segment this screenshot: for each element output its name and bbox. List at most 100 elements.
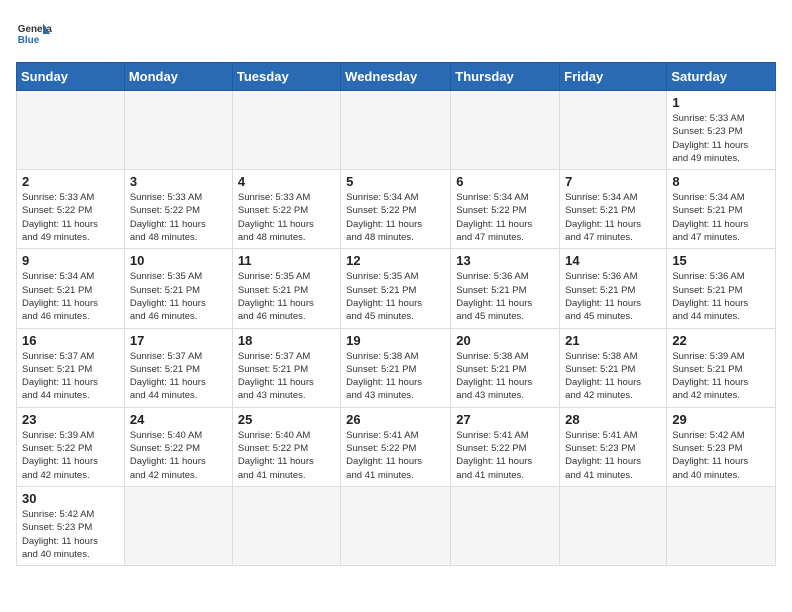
calendar-day-cell: 18 Sunrise: 5:37 AM Sunset: 5:21 PM Dayli… xyxy=(232,328,340,407)
calendar-header-row: SundayMondayTuesdayWednesdayThursdayFrid… xyxy=(17,63,776,91)
day-info: Sunrise: 5:40 AM Sunset: 5:22 PM Dayligh… xyxy=(130,429,227,482)
generalblue-logo-icon: General Blue xyxy=(16,16,52,52)
calendar-day-cell: 14 Sunrise: 5:36 AM Sunset: 5:21 PM Dayli… xyxy=(560,249,667,328)
calendar-day-cell xyxy=(341,486,451,565)
header: General Blue xyxy=(16,16,776,52)
day-info: Sunrise: 5:39 AM Sunset: 5:22 PM Dayligh… xyxy=(22,429,119,482)
day-info: Sunrise: 5:35 AM Sunset: 5:21 PM Dayligh… xyxy=(238,270,335,323)
day-info: Sunrise: 5:41 AM Sunset: 5:23 PM Dayligh… xyxy=(565,429,661,482)
day-number: 10 xyxy=(130,253,227,268)
column-header-monday: Monday xyxy=(124,63,232,91)
day-info: Sunrise: 5:39 AM Sunset: 5:21 PM Dayligh… xyxy=(672,350,770,403)
day-info: Sunrise: 5:37 AM Sunset: 5:21 PM Dayligh… xyxy=(238,350,335,403)
day-number: 6 xyxy=(456,174,554,189)
day-number: 3 xyxy=(130,174,227,189)
day-number: 22 xyxy=(672,333,770,348)
calendar-week-row: 23 Sunrise: 5:39 AM Sunset: 5:22 PM Dayli… xyxy=(17,407,776,486)
day-info: Sunrise: 5:42 AM Sunset: 5:23 PM Dayligh… xyxy=(672,429,770,482)
day-info: Sunrise: 5:41 AM Sunset: 5:22 PM Dayligh… xyxy=(456,429,554,482)
day-number: 11 xyxy=(238,253,335,268)
day-number: 9 xyxy=(22,253,119,268)
calendar-day-cell: 1 Sunrise: 5:33 AM Sunset: 5:23 PM Daylig… xyxy=(667,91,776,170)
calendar-week-row: 2 Sunrise: 5:33 AM Sunset: 5:22 PM Daylig… xyxy=(17,170,776,249)
calendar-day-cell: 17 Sunrise: 5:37 AM Sunset: 5:21 PM Dayli… xyxy=(124,328,232,407)
day-number: 23 xyxy=(22,412,119,427)
logo: General Blue xyxy=(16,16,52,52)
calendar-day-cell: 2 Sunrise: 5:33 AM Sunset: 5:22 PM Daylig… xyxy=(17,170,125,249)
svg-text:Blue: Blue xyxy=(18,35,40,46)
calendar-day-cell: 26Sunrise: 5:41 AM Sunset: 5:22 PM Dayli… xyxy=(341,407,451,486)
day-number: 2 xyxy=(22,174,119,189)
day-number: 16 xyxy=(22,333,119,348)
calendar-day-cell: 15Sunrise: 5:36 AM Sunset: 5:21 PM Dayli… xyxy=(667,249,776,328)
calendar-day-cell: 28 Sunrise: 5:41 AM Sunset: 5:23 PM Dayli… xyxy=(560,407,667,486)
day-number: 15 xyxy=(672,253,770,268)
calendar-day-cell: 12Sunrise: 5:35 AM Sunset: 5:21 PM Dayli… xyxy=(341,249,451,328)
day-info: Sunrise: 5:37 AM Sunset: 5:21 PM Dayligh… xyxy=(22,350,119,403)
day-info: Sunrise: 5:40 AM Sunset: 5:22 PM Dayligh… xyxy=(238,429,335,482)
day-info: Sunrise: 5:33 AM Sunset: 5:23 PM Dayligh… xyxy=(672,112,770,165)
day-info: Sunrise: 5:36 AM Sunset: 5:21 PM Dayligh… xyxy=(565,270,661,323)
calendar-day-cell: 10 Sunrise: 5:35 AM Sunset: 5:21 PM Dayli… xyxy=(124,249,232,328)
day-number: 18 xyxy=(238,333,335,348)
calendar-day-cell: 24Sunrise: 5:40 AM Sunset: 5:22 PM Dayli… xyxy=(124,407,232,486)
calendar-day-cell xyxy=(451,486,560,565)
day-info: Sunrise: 5:33 AM Sunset: 5:22 PM Dayligh… xyxy=(22,191,119,244)
calendar-day-cell xyxy=(17,91,125,170)
calendar-day-cell: 11 Sunrise: 5:35 AM Sunset: 5:21 PM Dayli… xyxy=(232,249,340,328)
day-number: 14 xyxy=(565,253,661,268)
day-number: 29 xyxy=(672,412,770,427)
calendar-day-cell xyxy=(667,486,776,565)
day-number: 28 xyxy=(565,412,661,427)
day-info: Sunrise: 5:33 AM Sunset: 5:22 PM Dayligh… xyxy=(238,191,335,244)
day-number: 21 xyxy=(565,333,661,348)
calendar-day-cell: 9 Sunrise: 5:34 AM Sunset: 5:21 PM Daylig… xyxy=(17,249,125,328)
day-number: 8 xyxy=(672,174,770,189)
calendar-day-cell: 8 Sunrise: 5:34 AM Sunset: 5:21 PM Daylig… xyxy=(667,170,776,249)
calendar-day-cell xyxy=(124,91,232,170)
day-info: Sunrise: 5:34 AM Sunset: 5:22 PM Dayligh… xyxy=(346,191,445,244)
calendar-day-cell xyxy=(124,486,232,565)
calendar-day-cell: 4Sunrise: 5:33 AM Sunset: 5:22 PM Daylig… xyxy=(232,170,340,249)
calendar-day-cell xyxy=(560,91,667,170)
calendar-day-cell: 16 Sunrise: 5:37 AM Sunset: 5:21 PM Dayli… xyxy=(17,328,125,407)
calendar-day-cell: 30Sunrise: 5:42 AM Sunset: 5:23 PM Dayli… xyxy=(17,486,125,565)
day-number: 13 xyxy=(456,253,554,268)
calendar-day-cell xyxy=(560,486,667,565)
column-header-wednesday: Wednesday xyxy=(341,63,451,91)
day-number: 25 xyxy=(238,412,335,427)
day-info: Sunrise: 5:36 AM Sunset: 5:21 PM Dayligh… xyxy=(456,270,554,323)
day-number: 1 xyxy=(672,95,770,110)
day-info: Sunrise: 5:34 AM Sunset: 5:21 PM Dayligh… xyxy=(565,191,661,244)
day-info: Sunrise: 5:34 AM Sunset: 5:21 PM Dayligh… xyxy=(22,270,119,323)
day-number: 27 xyxy=(456,412,554,427)
day-info: Sunrise: 5:38 AM Sunset: 5:21 PM Dayligh… xyxy=(565,350,661,403)
day-number: 5 xyxy=(346,174,445,189)
calendar-day-cell xyxy=(451,91,560,170)
day-number: 20 xyxy=(456,333,554,348)
calendar-day-cell: 27 Sunrise: 5:41 AM Sunset: 5:22 PM Dayli… xyxy=(451,407,560,486)
column-header-friday: Friday xyxy=(560,63,667,91)
day-info: Sunrise: 5:34 AM Sunset: 5:22 PM Dayligh… xyxy=(456,191,554,244)
day-info: Sunrise: 5:42 AM Sunset: 5:23 PM Dayligh… xyxy=(22,508,119,561)
day-info: Sunrise: 5:38 AM Sunset: 5:21 PM Dayligh… xyxy=(456,350,554,403)
day-info: Sunrise: 5:34 AM Sunset: 5:21 PM Dayligh… xyxy=(672,191,770,244)
day-number: 17 xyxy=(130,333,227,348)
calendar-day-cell: 7 Sunrise: 5:34 AM Sunset: 5:21 PM Daylig… xyxy=(560,170,667,249)
day-info: Sunrise: 5:35 AM Sunset: 5:21 PM Dayligh… xyxy=(130,270,227,323)
column-header-saturday: Saturday xyxy=(667,63,776,91)
calendar-day-cell xyxy=(341,91,451,170)
calendar-day-cell: 23 Sunrise: 5:39 AM Sunset: 5:22 PM Dayli… xyxy=(17,407,125,486)
day-number: 7 xyxy=(565,174,661,189)
day-info: Sunrise: 5:35 AM Sunset: 5:21 PM Dayligh… xyxy=(346,270,445,323)
calendar-week-row: 30Sunrise: 5:42 AM Sunset: 5:23 PM Dayli… xyxy=(17,486,776,565)
calendar-day-cell: 21 Sunrise: 5:38 AM Sunset: 5:21 PM Dayli… xyxy=(560,328,667,407)
day-info: Sunrise: 5:41 AM Sunset: 5:22 PM Dayligh… xyxy=(346,429,445,482)
day-info: Sunrise: 5:38 AM Sunset: 5:21 PM Dayligh… xyxy=(346,350,445,403)
calendar-day-cell: 5 Sunrise: 5:34 AM Sunset: 5:22 PM Daylig… xyxy=(341,170,451,249)
day-info: Sunrise: 5:37 AM Sunset: 5:21 PM Dayligh… xyxy=(130,350,227,403)
calendar-day-cell: 19Sunrise: 5:38 AM Sunset: 5:21 PM Dayli… xyxy=(341,328,451,407)
calendar-day-cell: 3 Sunrise: 5:33 AM Sunset: 5:22 PM Daylig… xyxy=(124,170,232,249)
day-info: Sunrise: 5:33 AM Sunset: 5:22 PM Dayligh… xyxy=(130,191,227,244)
calendar-day-cell xyxy=(232,91,340,170)
